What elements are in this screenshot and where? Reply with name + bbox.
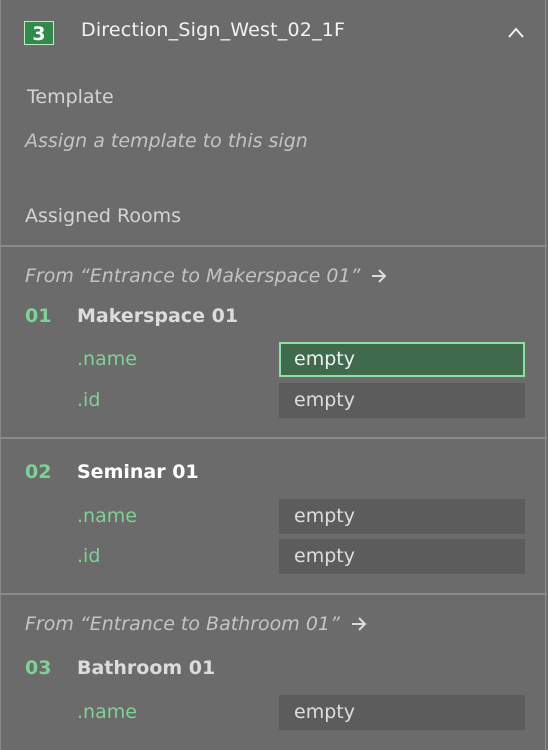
room-name-field[interactable]: empty <box>279 695 525 730</box>
assigned-rooms-label: Assigned Rooms <box>25 205 181 227</box>
arrow-right-icon <box>372 269 387 283</box>
assign-template-link[interactable]: Assign a template to this sign <box>25 130 308 152</box>
room-name-field[interactable]: empty <box>279 342 525 377</box>
room-name: Bathroom 01 <box>77 657 216 679</box>
room-name-field[interactable]: empty <box>279 499 525 534</box>
divider <box>1 245 547 247</box>
field-label-name: .name <box>77 505 137 527</box>
route-from-makerspace[interactable]: From “Entrance to Makerspace 01” <box>25 265 388 287</box>
field-label-name: .name <box>77 348 137 370</box>
chevron-up-icon[interactable] <box>507 24 525 42</box>
field-label-id: .id <box>77 545 101 567</box>
field-label-id: .id <box>77 389 101 411</box>
template-label: Template <box>27 86 114 108</box>
divider <box>1 437 547 439</box>
route-from-label: From “Entrance to Bathroom 01” <box>25 613 340 635</box>
panel-header[interactable]: 3 Direction_Sign_West_02_1F <box>1 0 545 64</box>
room-number: 03 <box>25 657 52 679</box>
room-name: Makerspace 01 <box>77 305 239 327</box>
route-from-bathroom[interactable]: From “Entrance to Bathroom 01” <box>25 613 368 635</box>
room-id-field[interactable]: empty <box>279 383 525 418</box>
divider <box>1 593 547 595</box>
arrow-right-icon <box>351 617 367 631</box>
field-label-name: .name <box>77 701 137 723</box>
room-name: Seminar 01 <box>77 461 199 483</box>
room-id-field[interactable]: empty <box>279 539 525 574</box>
room-number: 02 <box>25 461 52 483</box>
sign-number-badge: 3 <box>24 21 54 45</box>
route-from-label: From “Entrance to Makerspace 01” <box>25 265 361 287</box>
sign-title: Direction_Sign_West_02_1F <box>81 19 346 41</box>
room-number: 01 <box>25 305 52 327</box>
sign-details-panel: 3 Direction_Sign_West_02_1F Template Ass… <box>0 0 547 750</box>
